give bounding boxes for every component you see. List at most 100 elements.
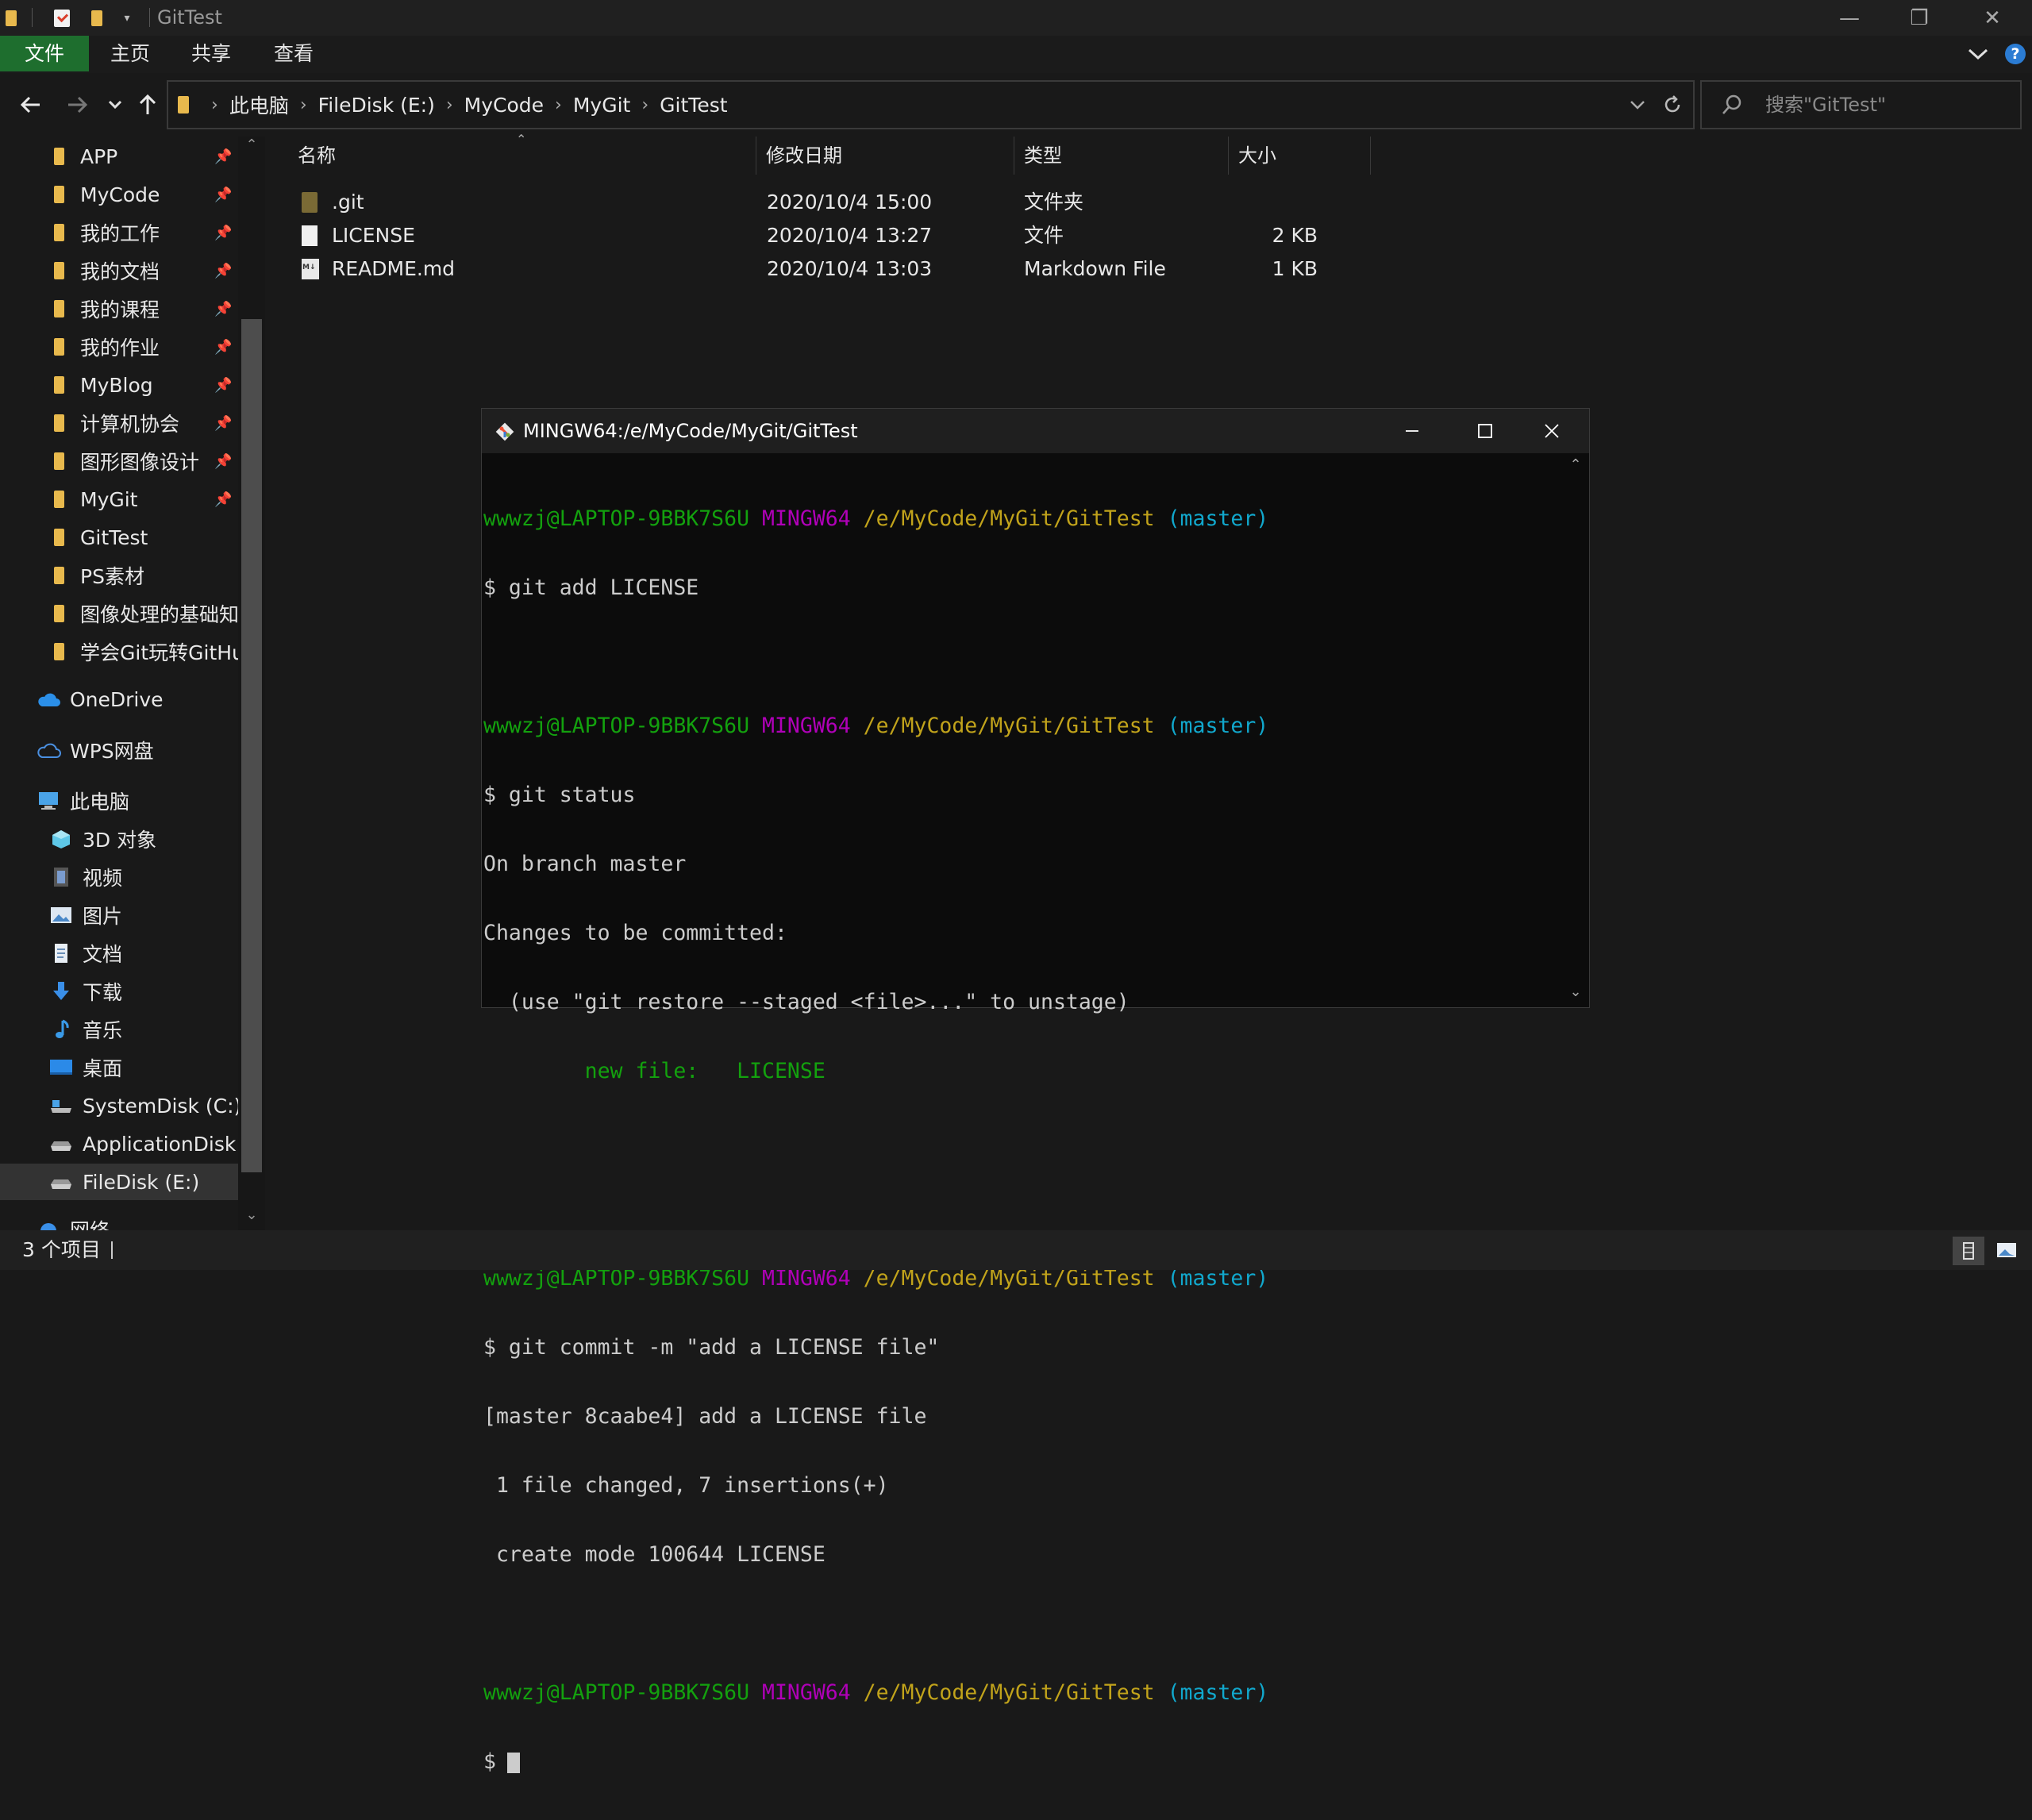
- file-name: README.md: [332, 257, 456, 280]
- nav-item-3d-objects[interactable]: 3D 对象: [0, 821, 238, 857]
- column-divider[interactable]: [1370, 137, 1371, 175]
- terminal-maximize-button[interactable]: [1449, 409, 1522, 453]
- breadcrumb-mycode[interactable]: MyCode: [464, 94, 544, 117]
- back-button[interactable]: [14, 89, 46, 121]
- recent-locations-icon[interactable]: [105, 89, 125, 121]
- terminal-close-button[interactable]: [1515, 409, 1588, 453]
- file-row[interactable]: .git 2020/10/4 15:00 文件夹: [294, 186, 1365, 219]
- search-icon: [1722, 94, 1741, 114]
- nav-item-downloads[interactable]: 下载: [0, 973, 238, 1010]
- nav-item-pictures[interactable]: 图片: [0, 897, 238, 933]
- nav-item-graphic-design[interactable]: 图形图像设计 📌: [0, 443, 238, 479]
- terminal-window[interactable]: MINGW64:/e/MyCode/MyGit/GitTest wwwzj@LA…: [481, 408, 1590, 1773]
- nav-item-my-courses[interactable]: 我的课程 📌: [0, 291, 238, 327]
- nav-item-learn-git[interactable]: 学会Git玩转GitHub: [0, 633, 238, 670]
- terminal-minimize-button[interactable]: [1376, 409, 1449, 453]
- nav-pane-scrollbar[interactable]: ⌃ ⌄: [238, 137, 265, 1230]
- terminal-title-bar[interactable]: MINGW64:/e/MyCode/MyGit/GitTest: [482, 409, 1589, 453]
- large-icons-view-icon[interactable]: [1991, 1237, 2022, 1265]
- scroll-up-icon[interactable]: ⌃: [238, 137, 265, 153]
- help-button[interactable]: ?: [2005, 36, 2026, 71]
- pin-icon: 📌: [214, 376, 233, 394]
- terminal-input-line[interactable]: $: [483, 1750, 1563, 1773]
- tab-file[interactable]: 文件: [0, 36, 89, 71]
- nav-item-gittest[interactable]: GitTest: [0, 519, 238, 556]
- column-header-name[interactable]: 名称: [298, 139, 750, 172]
- chevron-right-icon[interactable]: ›: [300, 95, 307, 115]
- close-button[interactable]: ✕: [1956, 0, 2029, 36]
- nav-item-wps[interactable]: WPS网盘: [0, 732, 238, 768]
- pin-icon: 📌: [214, 224, 233, 241]
- nav-item-this-pc[interactable]: 此电脑: [0, 783, 238, 819]
- breadcrumb-filedisk[interactable]: FileDisk (E:): [318, 94, 435, 117]
- breadcrumb-gittest[interactable]: GitTest: [660, 94, 727, 117]
- terminal-scrollbar[interactable]: ⌃ ⌄: [1562, 453, 1589, 1007]
- nav-item-ps-assets[interactable]: PS素材: [0, 557, 238, 594]
- pin-icon: 📌: [214, 338, 233, 356]
- new-folder-icon[interactable]: [87, 0, 106, 36]
- properties-icon[interactable]: [51, 0, 73, 36]
- nav-item-network[interactable]: 网络: [0, 1211, 238, 1230]
- item-count: 3 个项目: [22, 1238, 101, 1261]
- nav-item-d-drive[interactable]: ApplicationDisk (D:): [0, 1125, 238, 1162]
- nav-item-my-documents[interactable]: 我的文档 📌: [0, 252, 238, 289]
- pin-icon: 📌: [214, 262, 233, 279]
- column-header-type[interactable]: 类型: [1024, 139, 1222, 172]
- terminal-output[interactable]: wwwzj@LAPTOP-9BBK7S6U MINGW64 /e/MyCode/…: [483, 461, 1563, 1819]
- breadcrumb-this-pc[interactable]: 此电脑: [229, 90, 289, 119]
- nav-item-my-homework[interactable]: 我的作业 📌: [0, 329, 238, 365]
- scroll-down-icon[interactable]: ⌄: [1562, 983, 1589, 1000]
- forward-button[interactable]: [62, 89, 94, 121]
- customize-quick-access-icon[interactable]: ▾: [119, 0, 135, 36]
- scroll-up-icon[interactable]: ⌃: [1562, 456, 1589, 473]
- file-row[interactable]: README.md 2020/10/4 13:03 Markdown File …: [294, 252, 1365, 286]
- tab-view[interactable]: 查看: [260, 36, 327, 71]
- nav-item-computer-club[interactable]: 计算机协会 📌: [0, 405, 238, 441]
- address-history-dropdown[interactable]: [1630, 82, 1645, 128]
- nav-item-videos[interactable]: 视频: [0, 859, 238, 895]
- scrollbar-thumb[interactable]: [241, 319, 262, 1172]
- file-icon: [302, 225, 318, 246]
- scroll-down-icon[interactable]: ⌄: [238, 1206, 265, 1223]
- nav-item-e-drive[interactable]: FileDisk (E:): [0, 1164, 238, 1200]
- terminal-output-line: new file: LICENSE: [483, 1059, 826, 1083]
- column-header-date[interactable]: 修改日期: [766, 139, 1004, 172]
- file-type: 文件: [1024, 224, 1064, 247]
- nav-item-c-drive[interactable]: SystemDisk (C:): [0, 1087, 238, 1124]
- tab-home[interactable]: 主页: [97, 36, 164, 71]
- nav-item-onedrive[interactable]: OneDrive: [0, 681, 238, 718]
- nav-item-app[interactable]: APP 📌: [0, 138, 238, 175]
- column-header-size[interactable]: 大小: [1238, 139, 1357, 172]
- folder-icon: [54, 452, 64, 470]
- tab-share[interactable]: 共享: [178, 36, 244, 71]
- folder-icon: [54, 491, 64, 508]
- ribbon: 文件 主页 共享 查看 ?: [0, 36, 2032, 73]
- nav-item-mygit[interactable]: MyGit 📌: [0, 481, 238, 518]
- column-divider[interactable]: [1228, 137, 1229, 175]
- nav-item-image-basics[interactable]: 图像处理的基础知识: [0, 595, 238, 632]
- search-box[interactable]: 搜索"GitTest": [1700, 80, 2022, 129]
- nav-item-documents[interactable]: 文档: [0, 935, 238, 972]
- refresh-icon[interactable]: [1663, 82, 1682, 128]
- minimize-button[interactable]: —: [1813, 0, 1886, 36]
- pin-icon: 📌: [214, 186, 233, 203]
- window-title: GitTest: [157, 6, 222, 29]
- nav-item-music[interactable]: 音乐: [0, 1011, 238, 1048]
- expand-ribbon-icon[interactable]: [1967, 36, 1989, 71]
- file-row[interactable]: LICENSE 2020/10/4 13:27 文件 2 KB: [294, 219, 1365, 252]
- maximize-button[interactable]: ❐: [1883, 0, 1956, 36]
- up-button[interactable]: [133, 89, 162, 121]
- details-view-icon[interactable]: [1953, 1237, 1984, 1265]
- nav-item-desktop[interactable]: 桌面: [0, 1049, 238, 1086]
- breadcrumb-mygit[interactable]: MyGit: [573, 94, 631, 117]
- terminal-output-line: 1 file changed, 7 insertions(+): [483, 1473, 889, 1498]
- address-bar[interactable]: › 此电脑 › FileDisk (E:) › MyCode › MyGit ›…: [167, 80, 1695, 129]
- nav-item-my-work[interactable]: 我的工作 📌: [0, 214, 238, 251]
- terminal-cursor: [506, 1752, 520, 1773]
- chevron-right-icon[interactable]: ›: [641, 95, 648, 115]
- terminal-output-line: [master 8caabe4] add a LICENSE file: [483, 1404, 927, 1429]
- nav-item-myblog[interactable]: MyBlog 📌: [0, 367, 238, 403]
- chevron-right-icon[interactable]: ›: [446, 95, 453, 115]
- chevron-right-icon[interactable]: ›: [555, 95, 562, 115]
- nav-item-mycode[interactable]: MyCode 📌: [0, 176, 238, 213]
